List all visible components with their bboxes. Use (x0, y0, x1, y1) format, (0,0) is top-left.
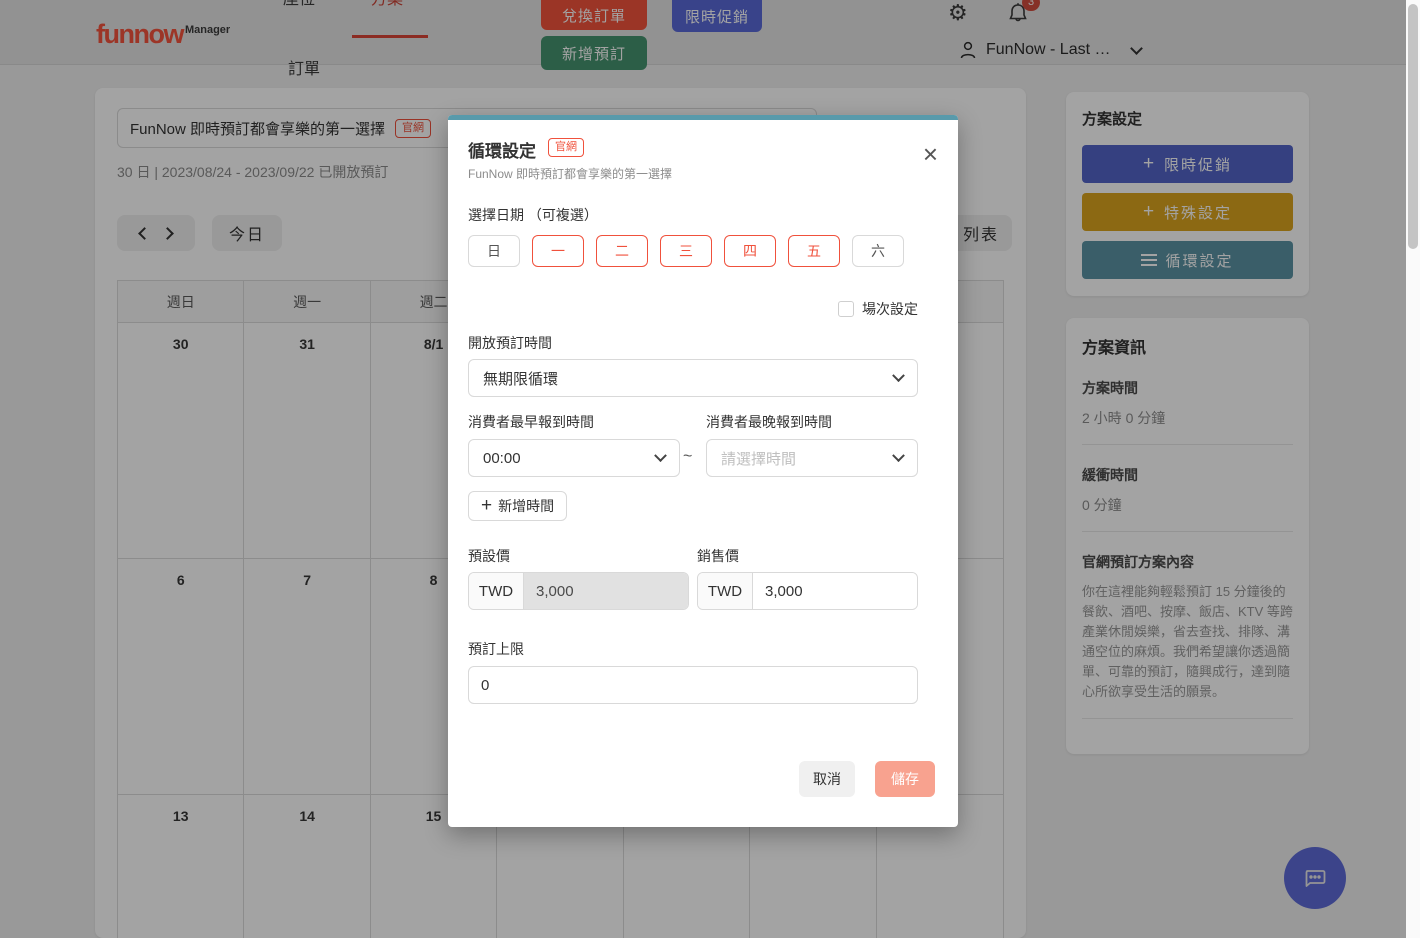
earliest-time-value: 00:00 (483, 449, 521, 467)
add-time-button[interactable]: + 新增時間 (468, 491, 568, 521)
chevron-down-icon (892, 448, 905, 462)
recurring-settings-modal: 循環設定 官網 × FunNow 即時預訂都會享樂的第一選擇 選擇日期 （可複選… (448, 115, 958, 827)
sale-price-label: 銷售價 (697, 548, 739, 564)
open-time-label: 開放預訂時間 (468, 335, 552, 351)
add-time-label: 新增時間 (498, 498, 555, 514)
currency-label: TWD (698, 573, 753, 609)
open-time-select[interactable]: 無期限循環 (468, 359, 918, 397)
close-icon[interactable]: × (923, 141, 938, 167)
session-checkbox-label: 場次設定 (862, 301, 918, 317)
cancel-button[interactable]: 取消 (799, 761, 855, 797)
default-price-input (524, 573, 688, 609)
latest-time-label: 消費者最晚報到時間 (706, 414, 832, 430)
day-button-fri[interactable]: 五 (788, 235, 840, 267)
earliest-time-label: 消費者最早報到時間 (468, 414, 594, 430)
date-section-label: 選擇日期 （可複選） (468, 207, 598, 223)
chevron-down-icon (892, 368, 905, 382)
modal-accent-bar (448, 115, 958, 120)
day-button-sun[interactable]: 日 (468, 235, 520, 267)
open-time-value: 無期限循環 (483, 370, 559, 388)
sale-price-field: TWD (697, 572, 918, 610)
default-price-label: 預設價 (468, 548, 510, 564)
tilde-separator: ~ (683, 448, 693, 465)
day-button-wed[interactable]: 三 (660, 235, 712, 267)
chevron-down-icon (654, 448, 667, 462)
plus-icon: + (481, 494, 493, 516)
modal-subtitle: FunNow 即時預訂都會享樂的第一選擇 (468, 167, 673, 181)
official-site-badge: 官網 (548, 138, 584, 157)
latest-time-select[interactable]: 請選擇時間 (706, 439, 918, 477)
day-button-sat[interactable]: 六 (852, 235, 904, 267)
day-button-mon[interactable]: 一 (532, 235, 584, 267)
session-checkbox[interactable] (838, 301, 854, 317)
earliest-time-select[interactable]: 00:00 (468, 439, 680, 477)
day-button-tue[interactable]: 二 (596, 235, 648, 267)
currency-label: TWD (469, 573, 524, 609)
booking-limit-label: 預訂上限 (468, 641, 524, 657)
day-button-thu[interactable]: 四 (724, 235, 776, 267)
default-price-field: TWD (468, 572, 689, 610)
modal-title: 循環設定 (468, 142, 536, 161)
booking-limit-input[interactable] (468, 666, 918, 704)
session-setting-row: 場次設定 (838, 299, 918, 319)
sale-price-input[interactable] (753, 573, 917, 609)
save-button[interactable]: 儲存 (875, 761, 935, 797)
page-scrollbar[interactable] (1406, 0, 1420, 938)
scrollbar-thumb[interactable] (1408, 4, 1418, 249)
latest-time-placeholder: 請選擇時間 (721, 450, 797, 468)
weekday-picker: 日 一 二 三 四 五 六 (468, 235, 904, 267)
